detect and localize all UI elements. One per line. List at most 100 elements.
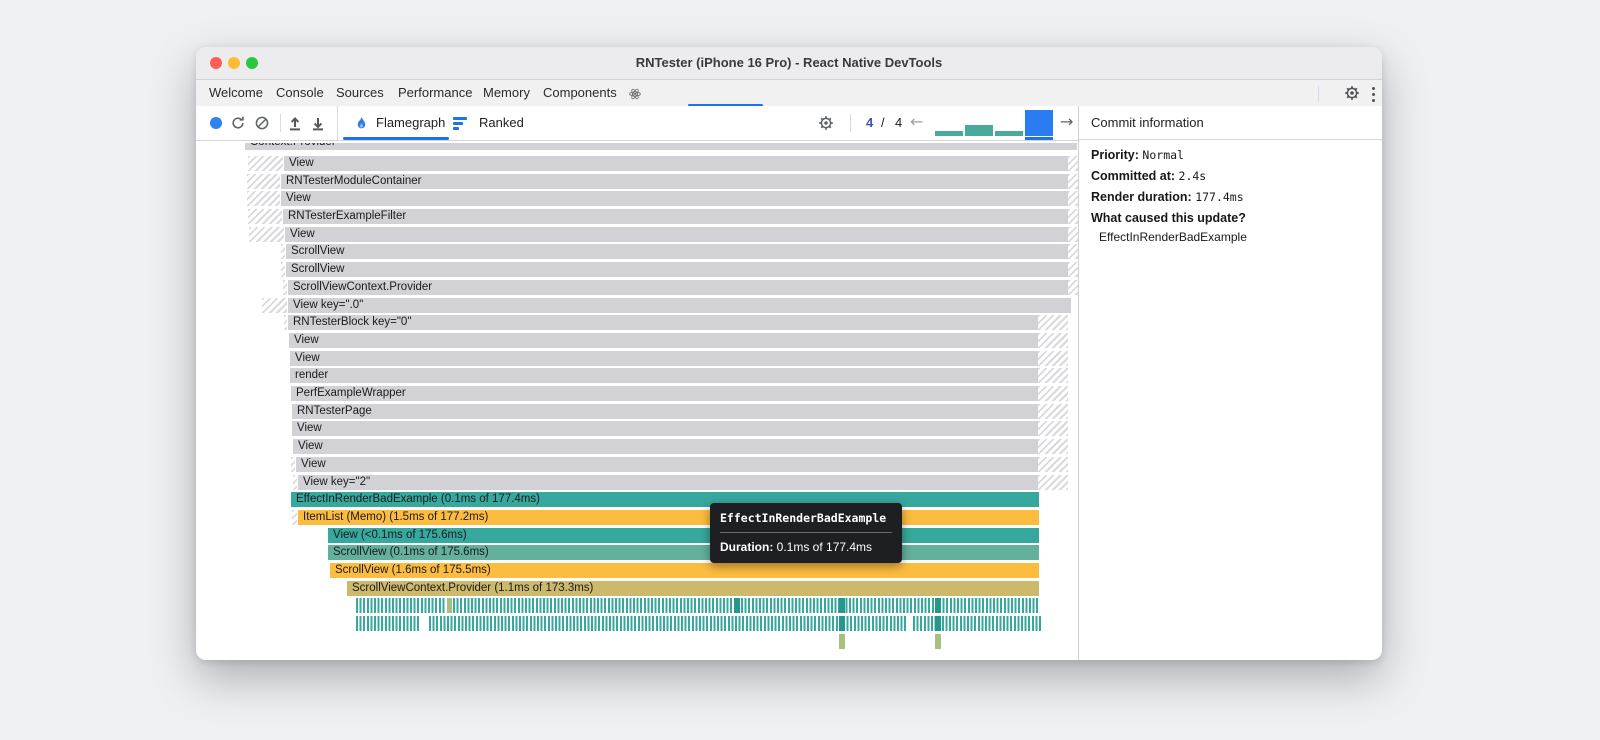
hatch-fill bbox=[1068, 174, 1078, 189]
flame-bar[interactable]: View bbox=[296, 457, 1038, 472]
hatch-fill bbox=[293, 475, 297, 490]
flame-micro-bar[interactable] bbox=[734, 598, 740, 613]
flame-bar[interactable]: ScrollViewContext.Provider bbox=[288, 280, 1068, 295]
flame-bar[interactable]: EffectInRenderBadExample (0.1ms of 177.4… bbox=[291, 492, 1039, 507]
flame-micro-bar[interactable] bbox=[935, 616, 941, 631]
tab-welcome[interactable]: Welcome bbox=[209, 80, 263, 107]
flame-bar[interactable]: View bbox=[289, 333, 1038, 348]
next-commit-button[interactable]: → bbox=[1060, 106, 1073, 140]
hatch-fill bbox=[247, 174, 280, 189]
commit-bar-1[interactable] bbox=[935, 131, 963, 136]
flame-micro-bars[interactable] bbox=[356, 598, 446, 613]
update-cause-value[interactable]: EffectInRenderBadExample bbox=[1099, 230, 1247, 244]
prev-commit-button[interactable]: ← bbox=[910, 106, 923, 140]
flame-micro-bars[interactable] bbox=[453, 598, 733, 613]
flame-micro-bar-olive[interactable] bbox=[447, 598, 452, 613]
flame-bar[interactable]: View key=".0" bbox=[288, 298, 1071, 313]
toolbar-separator bbox=[850, 114, 851, 132]
flame-bar[interactable]: ScrollView bbox=[286, 244, 1068, 259]
flame-bar[interactable]: RNTesterPage bbox=[292, 404, 1038, 419]
tab-ranked[interactable]: Ranked bbox=[479, 106, 524, 140]
flame-bar[interactable]: render bbox=[290, 368, 1038, 383]
flame-bar[interactable]: View bbox=[285, 227, 1068, 242]
flame-bar[interactable]: RNTesterModuleContainer bbox=[281, 174, 1068, 189]
flame-bar[interactable]: View bbox=[281, 191, 1068, 206]
flame-bar[interactable]: View bbox=[284, 156, 1068, 171]
flame-micro-bar[interactable] bbox=[839, 616, 845, 631]
flame-micro-bars[interactable] bbox=[356, 616, 421, 631]
commit-bar-4-selected[interactable] bbox=[1025, 110, 1053, 136]
selected-commit-underline bbox=[1025, 137, 1053, 140]
clear-profile-button[interactable] bbox=[254, 115, 270, 131]
tooltip-duration: Duration: 0.1ms of 177.4ms bbox=[720, 540, 873, 554]
hatch-fill bbox=[1068, 280, 1078, 295]
hatch-fill bbox=[1038, 386, 1068, 401]
save-profile-button[interactable] bbox=[310, 115, 326, 131]
flame-bar[interactable]: View bbox=[290, 351, 1038, 366]
committed-at-row: Committed at: 2.4s bbox=[1091, 169, 1207, 183]
window-title: RNTester (iPhone 16 Pro) - React Native … bbox=[635, 55, 943, 70]
flame-bar[interactable]: RNTesterBlock key="0" bbox=[288, 315, 1038, 330]
hatch-fill bbox=[1038, 421, 1068, 436]
hatch-fill bbox=[284, 315, 287, 330]
flame-bar[interactable]: Context.Provider bbox=[245, 143, 1077, 150]
hatch-fill bbox=[1038, 457, 1068, 472]
reload-profile-button[interactable] bbox=[230, 115, 246, 131]
flame-bar[interactable]: ScrollView bbox=[286, 262, 1068, 277]
tooltip-title: EffectInRenderBadExample bbox=[720, 511, 892, 533]
record-button[interactable] bbox=[208, 115, 224, 131]
devtools-window: RNTester (iPhone 16 Pro) - React Native … bbox=[196, 47, 1382, 660]
tab-memory[interactable]: Memory bbox=[483, 80, 530, 107]
tab-bar: Welcome Console Sources Performance Memo… bbox=[196, 80, 1382, 108]
flame-bar[interactable]: PerfExampleWrapper bbox=[291, 386, 1038, 401]
commit-bar-3[interactable] bbox=[995, 131, 1023, 136]
tab-performance[interactable]: Performance bbox=[398, 80, 472, 107]
flame-bar[interactable]: View bbox=[292, 421, 1038, 436]
hatch-fill bbox=[1038, 475, 1068, 490]
flame-bar[interactable]: View (<0.1ms of 175.6ms) bbox=[328, 528, 1039, 543]
hatch-fill bbox=[1068, 262, 1078, 277]
hatch-fill bbox=[1068, 209, 1078, 224]
profiler-settings-gear-icon[interactable] bbox=[818, 115, 834, 131]
hatch-fill bbox=[247, 191, 280, 206]
flame-bar[interactable]: ScrollView (1.6ms of 175.5ms) bbox=[330, 563, 1039, 578]
flamegraph: Context.Provider View RNTesterModuleCont… bbox=[197, 143, 1078, 659]
commit-bar-2[interactable] bbox=[965, 125, 993, 136]
more-options-icon[interactable] bbox=[1372, 87, 1376, 105]
devtools-settings-gear-icon[interactable] bbox=[1344, 85, 1360, 101]
toolbar-separator bbox=[280, 114, 281, 132]
profiler-toolbar: Flamegraph Ranked 4 / 4 ← → bbox=[196, 106, 1078, 141]
load-profile-button[interactable] bbox=[287, 115, 303, 131]
hatch-fill bbox=[249, 227, 284, 242]
hatch-fill bbox=[248, 156, 283, 171]
tab-components[interactable]: Components bbox=[543, 80, 617, 107]
hatch-fill bbox=[281, 244, 285, 259]
commit-separator: / bbox=[881, 115, 885, 130]
hatch-fill bbox=[262, 298, 287, 313]
panel-divider bbox=[1078, 106, 1079, 660]
hatch-fill bbox=[248, 209, 282, 224]
flame-micro-bars[interactable] bbox=[429, 616, 906, 631]
tab-flamegraph[interactable]: Flamegraph bbox=[376, 106, 445, 140]
commit-total: 4 bbox=[895, 115, 903, 130]
flame-bar[interactable]: ItemList (Memo) (1.5ms of 177.2ms) bbox=[298, 510, 1039, 525]
hatch-fill bbox=[1038, 439, 1068, 454]
flame-micro-bar-olive[interactable] bbox=[935, 634, 941, 649]
hatch-fill bbox=[1038, 333, 1068, 348]
flame-micro-bars[interactable] bbox=[741, 598, 1040, 613]
flame-micro-bar[interactable] bbox=[935, 598, 941, 613]
flame-bar[interactable]: RNTesterExampleFilter bbox=[283, 209, 1068, 224]
tab-console[interactable]: Console bbox=[276, 80, 324, 107]
hatch-fill bbox=[1068, 156, 1078, 171]
flame-bar[interactable]: View bbox=[293, 439, 1038, 454]
tab-sources[interactable]: Sources bbox=[336, 80, 384, 107]
hatch-fill bbox=[1038, 351, 1068, 366]
flame-bar[interactable]: View key="2" bbox=[298, 475, 1038, 490]
flame-bar[interactable]: ScrollView (0.1ms of 175.6ms) bbox=[328, 545, 1039, 560]
flame-bar[interactable]: ScrollViewContext.Provider (1.1ms of 173… bbox=[347, 581, 1039, 596]
flame-micro-bars[interactable] bbox=[913, 616, 1042, 631]
tabbar-separator bbox=[1318, 86, 1319, 102]
flame-micro-bar[interactable] bbox=[839, 598, 845, 613]
hatch-fill bbox=[291, 457, 295, 472]
flame-micro-bar-olive[interactable] bbox=[839, 634, 845, 649]
